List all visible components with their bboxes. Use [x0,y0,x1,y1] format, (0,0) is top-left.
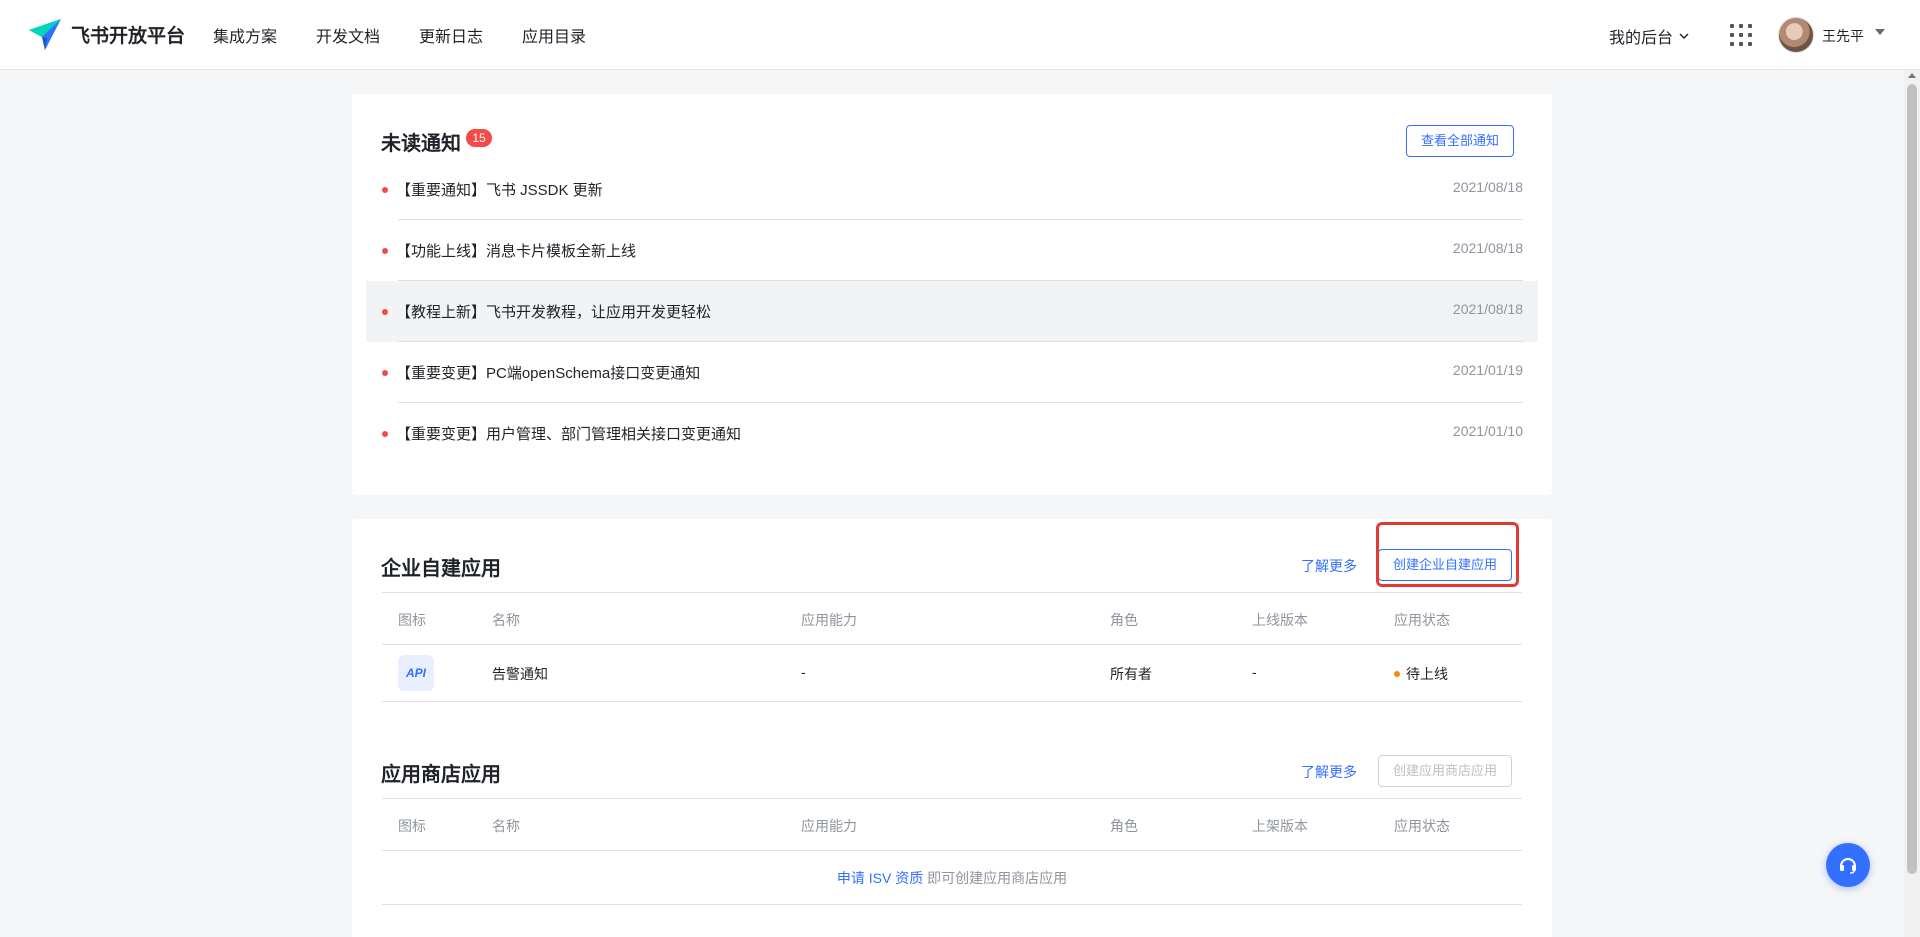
notification-text: 【教程上新】飞书开发教程，让应用开发更轻松 [396,304,712,321]
column-header: 角色 [1110,818,1138,834]
app-status: 待上线 [1394,664,1448,684]
app-capability: - [801,664,806,680]
notification-text: 【重要变更】PC端openSchema接口变更通知 [396,365,701,382]
app-status-text: 待上线 [1406,666,1448,682]
notifications-title: 未读通知 [381,133,461,155]
column-header: 应用状态 [1394,612,1450,628]
app-name[interactable]: 告警通知 [492,664,548,684]
unread-dot [382,370,388,376]
nav-item-changelog[interactable]: 更新日志 [419,23,483,47]
page-scrollbar[interactable] [1904,70,1920,937]
nav-item-solutions[interactable]: 集成方案 [213,23,277,47]
notification-date: 2021/01/10 [1452,423,1523,439]
app-role: 所有者 [1110,666,1152,682]
create-enterprise-app-button[interactable]: 创建企业自建应用 [1378,549,1513,581]
scroll-up-arrow-icon[interactable] [1908,73,1916,78]
view-all-notifications-button[interactable]: 查看全部通知 [1406,125,1515,157]
notification-item[interactable]: 【重要变更】用户管理、部门管理相关接口变更通知 2021/01/10 [366,403,1538,464]
enterprise-learn-more-link[interactable]: 了解更多 [1301,556,1357,576]
store-apps-title: 应用商店应用 [381,764,501,786]
notification-item[interactable]: 【功能上线】消息卡片模板全新上线 2021/08/18 [366,220,1538,281]
logo[interactable]: 飞书开放平台 [27,16,185,52]
scrollbar-thumb[interactable] [1907,84,1917,874]
apps-grid-icon[interactable] [1730,24,1752,46]
notification-date: 2021/08/18 [1452,179,1523,195]
notification-text: 【重要变更】用户管理、部门管理相关接口变更通知 [396,426,742,443]
notification-text: 【重要通知】飞书 JSSDK 更新 [396,182,603,199]
nav-item-app-directory[interactable]: 应用目录 [522,23,586,47]
nav-item-docs[interactable]: 开发文档 [316,23,380,47]
apps-card: 企业自建应用 了解更多 创建企业自建应用 图标 名称 应用能力 角色 上线版本 … [352,519,1552,937]
table-row[interactable]: API 告警通知 - 所有者 - 待上线 [382,645,1522,702]
notification-date: 2021/08/18 [1452,301,1523,317]
apply-isv-link[interactable]: 申请 ISV 资质 [837,870,923,886]
notification-date: 2021/01/19 [1452,362,1523,378]
enterprise-apps-table: 图标 名称 应用能力 角色 上线版本 应用状态 API 告警通知 - 所有者 -… [382,592,1522,702]
column-header: 角色 [1110,612,1138,628]
enterprise-apps-title: 企业自建应用 [381,558,501,580]
unread-dot [382,309,388,315]
column-header: 上线版本 [1252,612,1308,628]
column-header: 应用状态 [1394,818,1450,834]
store-learn-more-link[interactable]: 了解更多 [1301,762,1357,782]
console-label: 我的后台 [1609,30,1674,47]
unread-badge: 15 [466,129,492,147]
unread-dot [382,248,388,254]
notification-item[interactable]: 【重要通知】飞书 JSSDK 更新 2021/08/18 [366,159,1538,220]
column-header: 图标 [398,612,426,628]
logo-text: 飞书开放平台 [71,25,186,47]
notification-item[interactable]: 【教程上新】飞书开发教程，让应用开发更轻松 2021/08/18 [366,281,1538,342]
caret-down-icon[interactable] [1875,29,1885,35]
main-nav: 集成方案 开发文档 更新日志 应用目录 [213,0,625,70]
chevron-down-icon [1679,33,1689,39]
avatar[interactable] [1778,17,1814,53]
empty-state-text: 即可创建应用商店应用 [923,870,1068,886]
status-dot [1394,671,1400,678]
column-header: 图标 [398,818,426,834]
username[interactable]: 王先平 [1822,26,1864,46]
column-header: 名称 [492,818,520,834]
top-header: 飞书开放平台 集成方案 开发文档 更新日志 应用目录 我的后台 王先平 [0,0,1920,70]
unread-dot [382,187,388,193]
column-header: 应用能力 [801,818,857,834]
app-version: - [1252,664,1257,680]
column-header: 名称 [492,612,520,628]
table-header: 图标 名称 应用能力 角色 上架版本 应用状态 [382,798,1522,851]
unread-dot [382,431,388,437]
notification-item[interactable]: 【重要变更】PC端openSchema接口变更通知 2021/01/19 [366,342,1538,403]
notification-list: 【重要通知】飞书 JSSDK 更新 2021/08/18 【功能上线】消息卡片模… [366,159,1538,464]
feishu-logo-icon [29,19,61,50]
create-store-app-button[interactable]: 创建应用商店应用 [1378,755,1513,787]
notification-text: 【功能上线】消息卡片模板全新上线 [396,243,637,260]
table-header: 图标 名称 应用能力 角色 上线版本 应用状态 [382,592,1522,645]
column-header: 上架版本 [1252,818,1308,834]
console-dropdown[interactable]: 我的后台 [1609,24,1689,48]
headset-icon [1840,858,1856,874]
column-header: 应用能力 [801,612,857,628]
notifications-card: 未读通知 15 查看全部通知 【重要通知】飞书 JSSDK 更新 2021/08… [352,94,1552,495]
store-apps-table: 图标 名称 应用能力 角色 上架版本 应用状态 申请 ISV 资质 即可创建应用… [382,798,1522,905]
notification-date: 2021/08/18 [1452,240,1523,256]
headset-help-icon[interactable] [1826,843,1870,887]
empty-state: 申请 ISV 资质 即可创建应用商店应用 [382,851,1522,905]
api-app-icon: API [398,655,434,691]
